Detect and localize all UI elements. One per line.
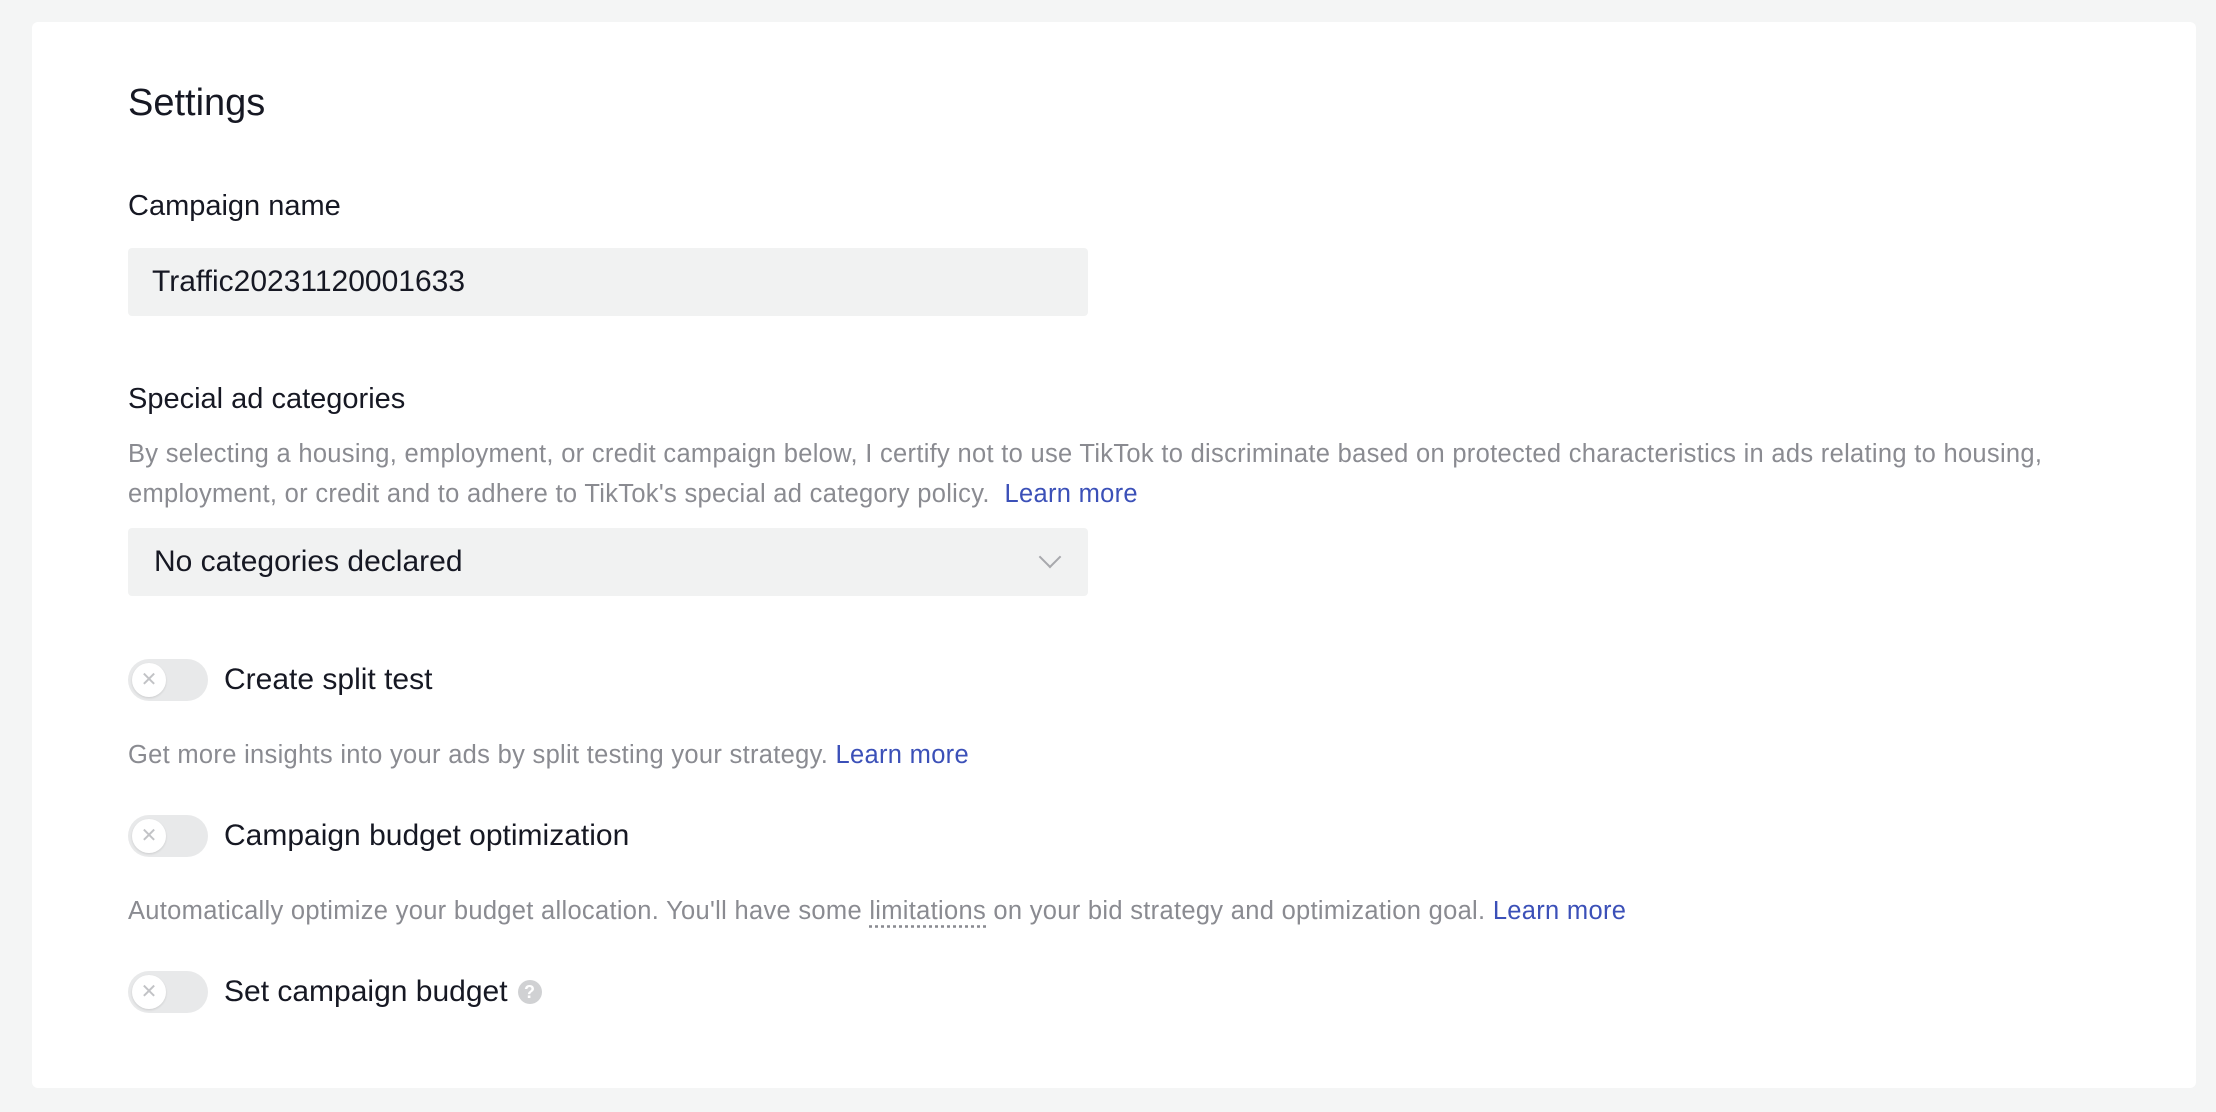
- split-test-label: Create split test: [224, 663, 433, 696]
- campaign-budget-row: ✕ Set campaign budget ?: [128, 971, 542, 1013]
- campaign-budget-label: Set campaign budget: [224, 975, 508, 1008]
- split-test-toggle[interactable]: ✕: [128, 659, 208, 701]
- campaign-name-input[interactable]: [128, 248, 1088, 316]
- toggle-off-x-icon: ✕: [132, 663, 166, 697]
- split-test-row: ✕ Create split test: [128, 659, 432, 701]
- budget-optimization-label: Campaign budget optimization: [224, 819, 630, 852]
- budget-optimization-description: Automatically optimize your budget alloc…: [128, 891, 1626, 931]
- split-test-description: Get more insights into your ads by split…: [128, 735, 969, 775]
- budget-optimization-row: ✕ Campaign budget optimization: [128, 815, 629, 857]
- toggle-off-x-icon: ✕: [132, 975, 166, 1009]
- budget-optimization-text-before: Automatically optimize your budget alloc…: [128, 897, 862, 925]
- question-icon[interactable]: ?: [517, 980, 542, 1004]
- special-ad-categories-select[interactable]: No categories declared: [128, 528, 1088, 596]
- campaign-budget-toggle[interactable]: ✕: [128, 971, 208, 1013]
- budget-optimization-toggle[interactable]: ✕: [128, 815, 208, 857]
- budget-optimization-learn-more-link[interactable]: Learn more: [1493, 897, 1626, 925]
- split-test-text: Get more insights into your ads by split…: [128, 741, 829, 769]
- settings-card: Settings Campaign name Special ad catego…: [32, 22, 2196, 1088]
- special-ad-categories-label: Special ad categories: [128, 383, 406, 415]
- split-test-learn-more-link[interactable]: Learn more: [836, 741, 969, 769]
- chevron-down-icon: [1038, 545, 1062, 569]
- page-title: Settings: [128, 82, 266, 124]
- toggle-off-x-icon: ✕: [132, 819, 166, 853]
- campaign-name-label: Campaign name: [128, 190, 341, 222]
- special-ad-categories-learn-more-link[interactable]: Learn more: [1005, 480, 1138, 508]
- budget-optimization-text-after: on your bid strategy and optimization go…: [993, 897, 1486, 925]
- limitations-tooltip-term[interactable]: limitations: [869, 897, 986, 925]
- special-ad-categories-description: By selecting a housing, employment, or c…: [128, 434, 2088, 514]
- special-ad-categories-selected-value: No categories declared: [154, 545, 463, 578]
